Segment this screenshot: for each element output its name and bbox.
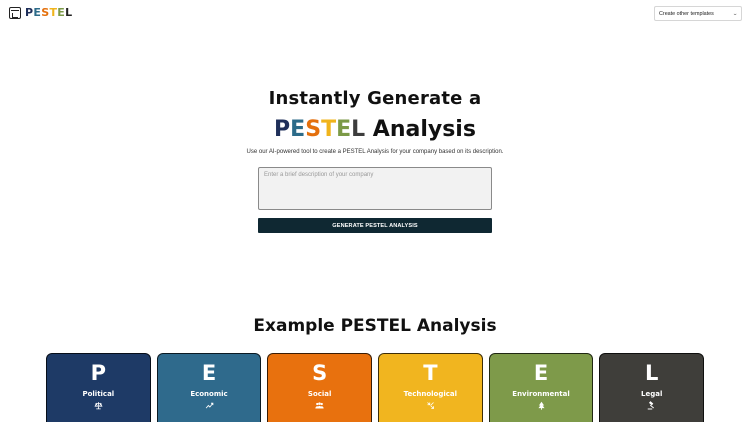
card-letter: L — [645, 361, 659, 385]
pestel-cards: P Political E Economic S Social T Techno… — [46, 353, 705, 422]
title-letter: P — [274, 117, 291, 142]
hero-title-line2: PESTEL Analysis — [0, 117, 750, 142]
create-templates-dropdown[interactable]: Create other templates ⌄ — [654, 6, 742, 21]
card-social[interactable]: S Social — [267, 353, 373, 422]
logo-letter: E — [57, 6, 66, 19]
logo-letter: T — [49, 6, 58, 19]
people-icon — [268, 401, 371, 412]
logo[interactable]: P E S T E L — [9, 6, 72, 19]
hero-title-line1: Instantly Generate a — [268, 88, 482, 109]
card-label: Social — [307, 390, 332, 398]
company-description-input[interactable] — [258, 167, 492, 210]
card-label: Political — [82, 390, 115, 398]
card-environmental[interactable]: E Environmental — [488, 353, 594, 422]
card-letter: E — [533, 361, 549, 385]
title-letter: E — [290, 117, 306, 142]
card-letter: T — [423, 361, 438, 385]
chip-icon — [379, 401, 482, 412]
gavel-icon — [600, 401, 703, 412]
title-letter: S — [305, 117, 322, 142]
logo-text: P E S T E L — [25, 6, 72, 19]
title-suffix: Analysis — [365, 117, 476, 142]
title-letter: L — [351, 117, 366, 142]
logo-letter: L — [65, 6, 73, 19]
card-letter: P — [90, 361, 107, 385]
card-label: Economic — [190, 390, 228, 398]
header: P E S T E L Create other templates ⌄ — [0, 0, 750, 26]
card-political[interactable]: P Political — [46, 353, 151, 422]
trend-up-icon — [158, 401, 261, 412]
create-templates-label: Create other templates — [659, 10, 714, 17]
chevron-down-icon: ⌄ — [732, 10, 738, 17]
card-label: Legal — [641, 390, 663, 398]
hero-subtitle: Use our AI-powered tool to create a PEST… — [246, 149, 504, 155]
card-economic[interactable]: E Economic — [156, 353, 262, 422]
logo-letter: E — [33, 6, 42, 19]
card-label: Environmental — [512, 390, 570, 398]
scales-icon — [47, 401, 150, 412]
title-letter: T — [321, 117, 337, 142]
logo-icon — [9, 6, 21, 19]
example-section-title: Example PESTEL Analysis — [253, 316, 497, 336]
card-letter: E — [201, 361, 217, 385]
title-letter: E — [336, 117, 352, 142]
generate-pestel-button[interactable]: GENERATE PESTEL ANALYSIS — [258, 218, 492, 233]
logo-letter: S — [41, 6, 50, 19]
card-label: Technological — [403, 390, 458, 398]
logo-letter: P — [25, 6, 34, 19]
card-technological[interactable]: T Technological — [378, 353, 483, 422]
card-letter: S — [312, 361, 328, 385]
card-legal[interactable]: L Legal — [599, 353, 705, 422]
tree-icon — [490, 401, 593, 412]
